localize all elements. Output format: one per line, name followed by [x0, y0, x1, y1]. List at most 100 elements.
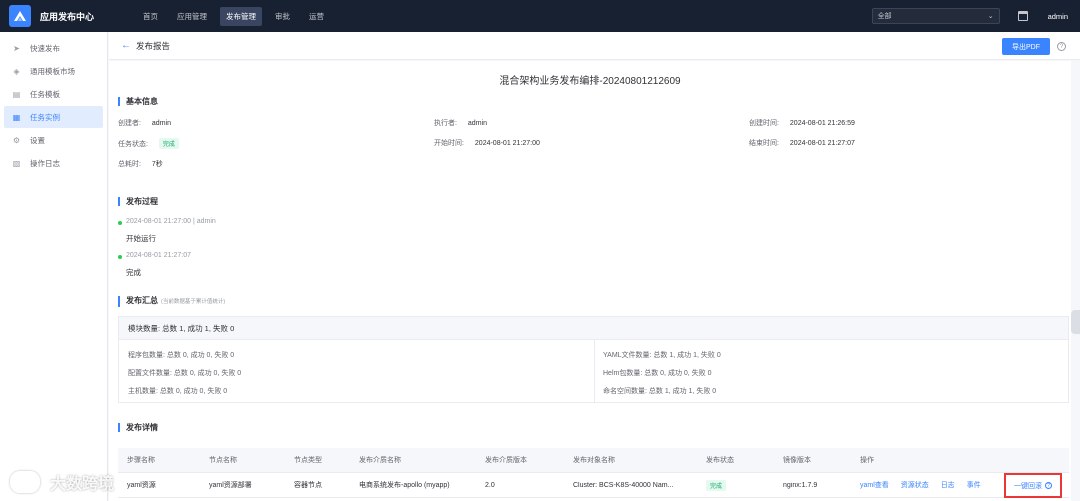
sidebar: ➤ 快速发布 ◈ 通用模板市场 ▤ 任务模板 ▦ 任务实例 ⚙ 设置 ▧ 操作日… — [0, 32, 108, 501]
details-table: 步骤名称 节点名称 节点类型 发布介质名称 发布介质版本 发布对象名称 发布状态… — [118, 448, 1069, 498]
nav-approval[interactable]: 审批 — [269, 7, 296, 26]
question-icon: ? — [1045, 482, 1052, 489]
cell-step: yaml资源 — [127, 482, 156, 489]
cell-image: nginx:1.7.9 — [783, 481, 818, 489]
side-scroll-handle[interactable] — [1071, 310, 1080, 334]
sidebar-item-task-instances[interactable]: ▦ 任务实例 — [4, 106, 103, 128]
column-header: 发布介质名称 — [359, 457, 401, 464]
timeline-meta: 2024-08-01 21:27:07 — [126, 252, 191, 259]
sidebar-item-operation-log[interactable]: ▧ 操作日志 — [4, 152, 103, 174]
created-time-field: 创建时间: 2024-08-01 21:26:59 — [749, 118, 855, 128]
column-header: 镜像版本 — [783, 457, 811, 464]
sidebar-item-label: 快速发布 — [30, 43, 60, 53]
app-title: 应用发布中心 — [40, 11, 95, 22]
cell-node: yaml资源部署 — [209, 482, 252, 489]
end-time-label: 结束时间: — [749, 140, 779, 147]
summary-config-count: 配置文件数量: 总数 0, 成功 0, 失败 0 — [128, 370, 242, 377]
cell-target: Cluster: BCS-K8S-40000 Nam... — [573, 481, 674, 489]
nav-operations[interactable]: 运营 — [303, 7, 330, 26]
sidebar-item-quick-release[interactable]: ➤ 快速发布 — [4, 37, 103, 59]
file-icon: ▦ — [12, 112, 21, 122]
help-icon[interactable]: ? — [1057, 42, 1066, 51]
cell-media-version: 2.0 — [485, 481, 495, 489]
main-nav: 首页 应用管理 发布管理 审批 运营 — [137, 6, 337, 26]
summary-helm-count: Helm包数量: 总数 0, 成功 0, 失败 0 — [603, 370, 712, 377]
creator-field: 创建者: admin — [118, 118, 171, 128]
export-pdf-button[interactable]: 导出PDF — [1002, 38, 1050, 55]
duration-value: 7秒 — [151, 161, 163, 168]
watermark: 大数跨境 — [10, 470, 114, 494]
rollback-label: 一键回滚 — [1014, 482, 1042, 490]
nav-home[interactable]: 首页 — [137, 7, 164, 26]
executor-label: 执行者: — [434, 120, 457, 127]
send-icon: ➤ — [13, 43, 20, 53]
section-title-details: 发布详情 — [118, 423, 158, 432]
event-link[interactable]: 事件 — [967, 482, 981, 489]
status-badge: 完成 — [158, 138, 179, 149]
timeline-text: 完成 — [126, 268, 141, 277]
status-field: 任务状态: 完成 — [118, 138, 179, 149]
nav-release-management[interactable]: 发布管理 — [220, 6, 262, 26]
report-content: 混合架构业务发布编排-20240801212609 基本信息 创建者: admi… — [109, 61, 1071, 501]
column-header: 步骤名称 — [127, 457, 155, 464]
user-menu[interactable]: admin — [1048, 12, 1068, 21]
gear-icon: ⚙ — [12, 135, 21, 145]
cell-status: 完成 — [697, 479, 774, 491]
column-header: 发布对象名称 — [573, 457, 615, 464]
start-time-field: 开始时间: 2024-08-01 21:27:00 — [434, 138, 540, 148]
app-logo[interactable] — [9, 5, 31, 27]
timeline-meta: 2024-08-01 21:27:00 | admin — [126, 218, 216, 225]
summary-box: 模块数量: 总数 1, 成功 1, 失败 0 程序包数量: 总数 0, 成功 0… — [118, 316, 1069, 403]
timeline-dot — [118, 255, 122, 259]
column-header: 发布介质版本 — [485, 457, 527, 464]
timeline-text: 开始运行 — [126, 234, 156, 243]
chevron-down-icon: ⌄ — [987, 13, 994, 20]
column-header: 节点类型 — [294, 457, 322, 464]
calendar-icon[interactable] — [1017, 11, 1028, 21]
summary-host-count: 主机数量: 总数 0, 成功 0, 失败 0 — [128, 388, 228, 395]
end-time-value: 2024-08-01 21:27:07 — [789, 140, 855, 147]
status-label: 任务状态: — [118, 141, 148, 148]
summary-title-text: 发布汇总 — [126, 296, 158, 305]
summary-package-count: 程序包数量: 总数 0, 成功 0, 失败 0 — [128, 352, 235, 359]
start-time-label: 开始时间: — [434, 140, 464, 147]
timeline-dot — [118, 221, 122, 225]
nav-app-management[interactable]: 应用管理 — [171, 7, 213, 26]
executor-value: admin — [467, 120, 487, 127]
column-header: 操作 — [860, 457, 874, 464]
page-title: 发布报告 — [136, 40, 171, 51]
sidebar-item-label: 任务模板 — [30, 89, 60, 99]
log-link[interactable]: 日志 — [941, 482, 955, 489]
yaml-view-link[interactable]: yaml查看 — [860, 482, 889, 489]
sidebar-item-template-market[interactable]: ◈ 通用模板市场 — [4, 60, 103, 82]
creator-value: admin — [151, 120, 171, 127]
back-arrow-icon[interactable]: ← — [121, 40, 131, 51]
executor-field: 执行者: admin — [434, 118, 487, 128]
summary-yaml-count: YAML文件数量: 总数 1, 成功 1, 失败 0 — [603, 352, 721, 359]
section-title-process: 发布过程 — [118, 197, 158, 206]
business-select[interactable]: 全部 ⌄ — [871, 8, 1000, 24]
cell-media: 电商系统发布-apollo (myapp) — [359, 482, 450, 489]
created-time-value: 2024-08-01 21:26:59 — [789, 120, 855, 127]
top-navbar: 应用发布中心 首页 应用管理 发布管理 审批 运营 全部 ⌄ admin — [0, 0, 1080, 32]
sidebar-item-task-templates[interactable]: ▤ 任务模板 — [4, 83, 103, 105]
sidebar-item-label: 通用模板市场 — [30, 66, 75, 76]
start-time-value: 2024-08-01 21:27:00 — [474, 140, 540, 147]
log-icon: ▧ — [12, 158, 21, 168]
section-title-summary: 发布汇总 (当前数据基于累计值统计) — [118, 296, 225, 307]
cell-node-type: 容器节点 — [294, 482, 322, 489]
created-time-label: 创建时间: — [749, 120, 779, 127]
sidebar-item-settings[interactable]: ⚙ 设置 — [4, 129, 103, 151]
table-header: 步骤名称 节点名称 节点类型 发布介质名称 发布介质版本 发布对象名称 发布状态… — [118, 448, 1069, 473]
resource-status-link[interactable]: 资源状态 — [901, 482, 929, 489]
summary-note: (当前数据基于累计值统计) — [161, 299, 226, 305]
column-header: 节点名称 — [209, 457, 237, 464]
summary-module-count: 模块数量: 总数 1, 成功 1, 失败 0 — [119, 317, 1068, 340]
column-header: 发布状态 — [706, 457, 734, 464]
duration-field: 总耗时: 7秒 — [118, 159, 163, 169]
watermark-text: 大数跨境 — [50, 476, 115, 493]
sidebar-item-label: 任务实例 — [30, 112, 60, 122]
end-time-field: 结束时间: 2024-08-01 21:27:07 — [749, 138, 855, 148]
clipboard-icon: ▤ — [12, 89, 21, 99]
rollback-button[interactable]: 一键回滚 ? — [1004, 473, 1062, 498]
